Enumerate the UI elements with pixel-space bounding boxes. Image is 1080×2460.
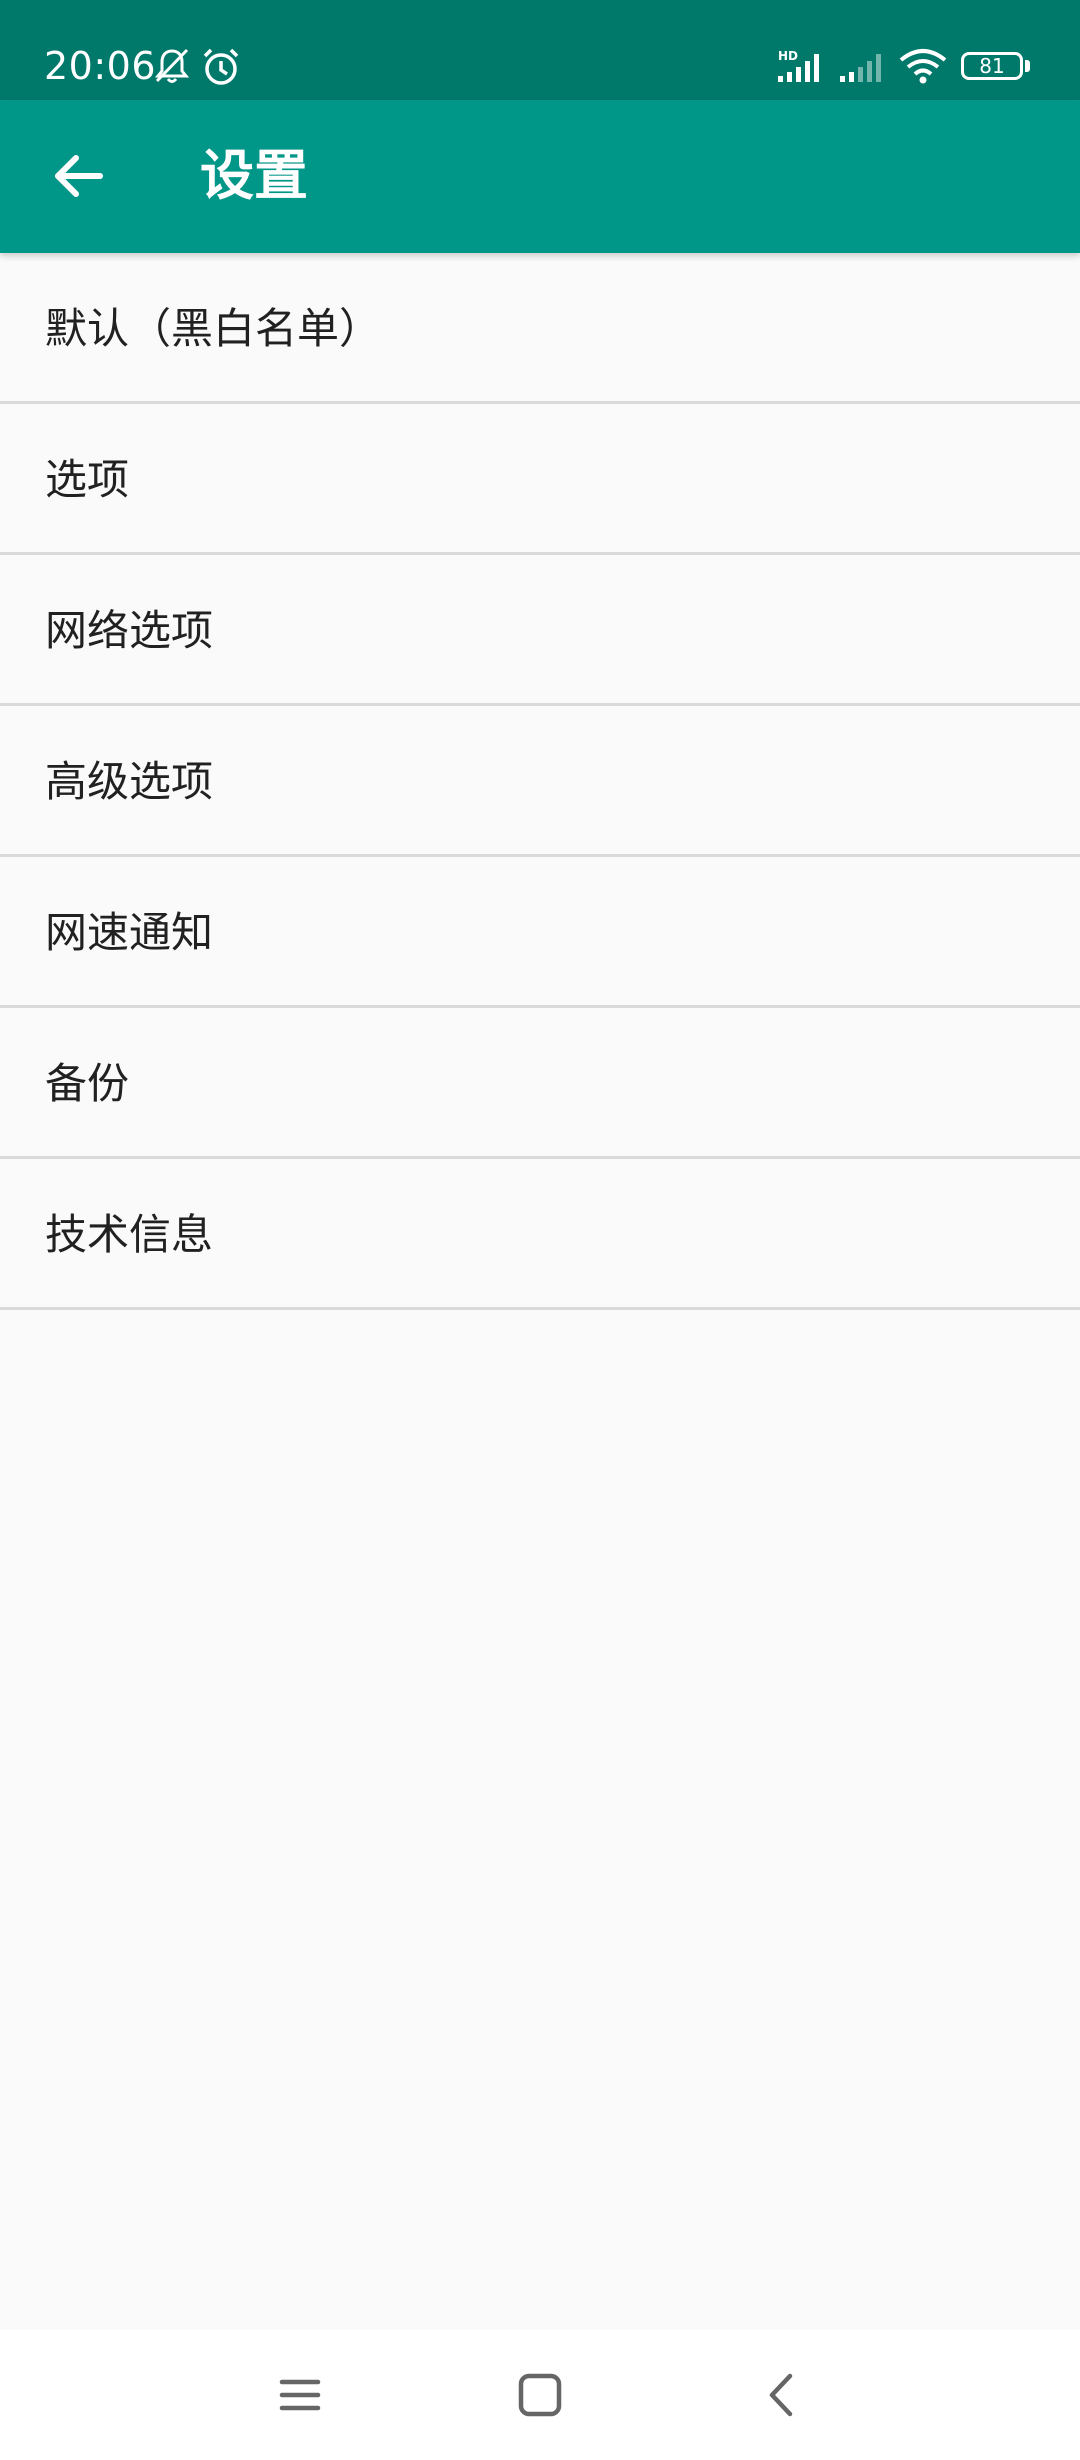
- navigation-bar: [0, 2330, 1080, 2460]
- recent-apps-button[interactable]: [260, 2360, 340, 2430]
- signal-icon: [838, 48, 890, 88]
- page-title: 设置: [200, 144, 308, 207]
- settings-item-label: 网络选项: [45, 606, 214, 655]
- alarm-icon: [200, 46, 242, 86]
- home-icon: [500, 2360, 580, 2430]
- svg-text:HD: HD: [778, 49, 798, 63]
- settings-item-label: 默认（黑白名单）: [45, 304, 382, 353]
- settings-item-label: 网速通知: [45, 908, 214, 957]
- settings-item-network-options[interactable]: 网络选项: [0, 555, 1080, 706]
- settings-item-technical-info[interactable]: 技术信息: [0, 1159, 1080, 1310]
- settings-item-label: 技术信息: [45, 1210, 214, 1259]
- back-chevron-icon: [740, 2360, 820, 2430]
- settings-item-advanced-options[interactable]: 高级选项: [0, 706, 1080, 857]
- battery-tip: [1025, 60, 1030, 72]
- bell-off-icon: [152, 46, 192, 86]
- arrow-left-icon: [44, 140, 116, 212]
- back-nav-button[interactable]: [740, 2360, 820, 2430]
- hd-signal-icon: HD: [776, 48, 828, 88]
- battery-level: 81: [979, 54, 1005, 78]
- settings-item-label: 选项: [45, 455, 130, 504]
- app-bar: 设置: [0, 100, 1080, 253]
- back-button[interactable]: [44, 140, 116, 212]
- settings-item-speed-notification[interactable]: 网速通知: [0, 857, 1080, 1008]
- settings-list: 默认（黑白名单） 选项 网络选项 高级选项 网速通知 备份 技术信息: [0, 253, 1080, 1310]
- home-button[interactable]: [500, 2360, 580, 2430]
- status-time: 20:06: [44, 44, 157, 88]
- settings-item-options[interactable]: 选项: [0, 404, 1080, 555]
- settings-item-label: 备份: [45, 1059, 130, 1108]
- settings-item-default-blacklist-whitelist[interactable]: 默认（黑白名单）: [0, 253, 1080, 404]
- status-bar: 20:06 HD 81: [0, 0, 1080, 100]
- menu-icon: [260, 2360, 340, 2430]
- wifi-icon: [898, 48, 948, 88]
- settings-item-label: 高级选项: [45, 757, 214, 806]
- settings-item-backup[interactable]: 备份: [0, 1008, 1080, 1159]
